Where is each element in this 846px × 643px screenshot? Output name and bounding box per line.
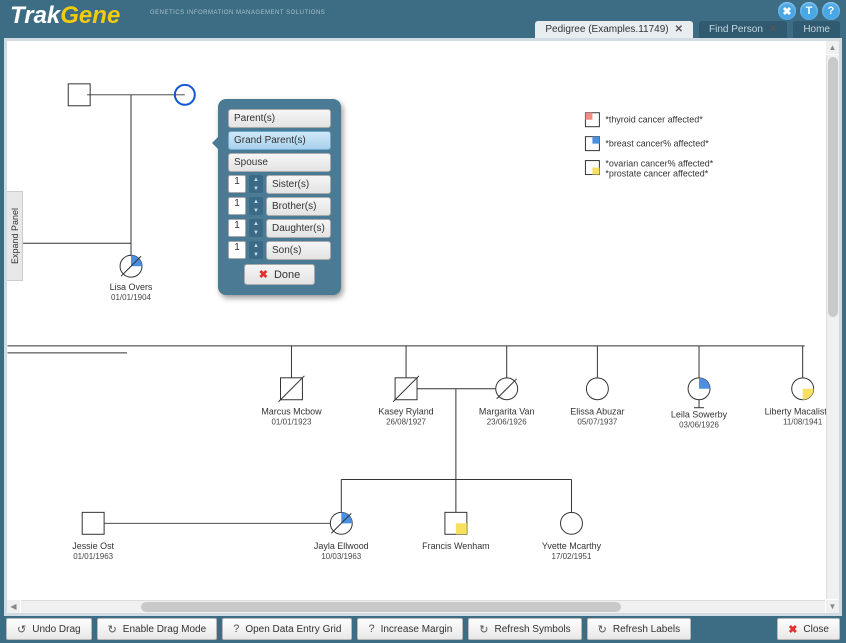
tab-pedigree[interactable]: Pedigree (Examples.11749) ✕: [535, 21, 693, 38]
person-date: 10/03/1963: [321, 552, 361, 561]
person-label: Jayla Ellwood: [314, 541, 369, 551]
person-kasey-ryland[interactable]: [393, 376, 419, 402]
tools-icon[interactable]: T: [800, 2, 818, 20]
tab-label: Pedigree (Examples.11749): [545, 24, 668, 35]
legend: *thyroid cancer affected* *breast cancer…: [585, 113, 713, 179]
app-logo: TrakGene: [10, 2, 120, 30]
popup-daughters[interactable]: Daughter(s): [266, 219, 331, 238]
logo-subtitle: GENETICS INFORMATION MANAGEMENT SOLUTION…: [150, 10, 325, 17]
svg-text:*breast cancer% affected*: *breast cancer% affected*: [605, 139, 709, 149]
person-marcus-mcbow[interactable]: [279, 376, 305, 402]
open-grid-button[interactable]: ?Open Data Entry Grid: [222, 618, 352, 640]
close-app-icon[interactable]: ✖: [778, 2, 796, 20]
person-date: 11/08/1941: [783, 418, 823, 427]
sister-spinner[interactable]: ▲▼: [249, 175, 263, 193]
person-label: Kasey Ryland: [378, 407, 433, 417]
expand-panel-toggle[interactable]: Expand Panel: [7, 191, 23, 281]
vscroll-up[interactable]: ▲: [826, 41, 839, 54]
son-count-input[interactable]: 1: [228, 241, 246, 259]
horizontal-scrollbar[interactable]: [21, 600, 825, 613]
vscroll-thumb[interactable]: [828, 57, 838, 317]
close-button[interactable]: ✖Close: [777, 618, 840, 640]
hscroll-left[interactable]: ◀: [7, 600, 20, 613]
brother-count-input[interactable]: 1: [228, 197, 246, 215]
person-date: 05/07/1937: [577, 418, 617, 427]
pedigree-canvas[interactable]: Lisa Overs 01/01/1904 Marcus Mcbow 01/01…: [7, 41, 839, 613]
popup-spouse[interactable]: Spouse: [228, 153, 331, 172]
popup-grandparents[interactable]: Grand Parent(s): [228, 131, 331, 150]
close-icon: ✖: [259, 268, 268, 281]
tab-close-icon[interactable]: ✕: [675, 24, 683, 35]
tab-find-person[interactable]: Find Person ✕: [699, 21, 787, 38]
tab-strip: Pedigree (Examples.11749) ✕ Find Person …: [535, 21, 840, 38]
daughter-spinner[interactable]: ▲▼: [249, 219, 263, 237]
person-label: Jessie Ost: [72, 541, 114, 551]
tab-label: Home: [803, 24, 830, 35]
person-date: 26/08/1927: [386, 418, 426, 427]
person-date: 01/01/1963: [73, 552, 113, 561]
person-lisa-overs[interactable]: [120, 255, 142, 277]
person-label: Elissa Abuzar: [570, 407, 624, 417]
undo-drag-button[interactable]: ↺Undo Drag: [6, 618, 92, 640]
question-icon: ?: [368, 623, 374, 635]
popup-sons[interactable]: Son(s): [266, 241, 331, 260]
refresh-symbols-button[interactable]: ↻Refresh Symbols: [468, 618, 581, 640]
person-margarita-van[interactable]: [496, 378, 518, 400]
person-label: Margarita Van: [479, 407, 535, 417]
person-date: 17/02/1951: [552, 552, 592, 561]
svg-text:*ovarian cancer% affected*: *ovarian cancer% affected*: [605, 159, 713, 169]
refresh-icon: ↻: [598, 623, 607, 636]
tab-label: Find Person: [709, 24, 763, 35]
brother-spinner[interactable]: ▲▼: [249, 197, 263, 215]
undo-icon: ↺: [17, 623, 26, 636]
person-label: Yvette Mcarthy: [542, 541, 602, 551]
refresh-icon: ↻: [479, 623, 488, 636]
son-spinner[interactable]: ▲▼: [249, 241, 263, 259]
person-date: 03/06/1926: [679, 421, 719, 430]
tab-close-icon[interactable]: ✕: [769, 24, 777, 35]
question-icon: ?: [233, 623, 239, 635]
hscroll-thumb[interactable]: [141, 602, 621, 612]
app-header: TrakGene GENETICS INFORMATION MANAGEMENT…: [0, 0, 846, 38]
person-label: Liberty Macalister: [765, 407, 835, 417]
canvas-wrap: Lisa Overs 01/01/1904 Marcus Mcbow 01/01…: [4, 38, 842, 616]
header-icon-group: ✖ T ?: [778, 2, 840, 20]
increase-margin-button[interactable]: ?Increase Margin: [357, 618, 463, 640]
person-label: Marcus Mcbow: [261, 407, 322, 417]
footer-toolbar: ↺Undo Drag ↻Enable Drag Mode ?Open Data …: [4, 618, 842, 640]
person-label: Leila Sowerby: [671, 410, 728, 420]
person-francis-wenham[interactable]: [445, 512, 467, 534]
popup-parents[interactable]: Parent(s): [228, 109, 331, 128]
help-icon[interactable]: ?: [822, 2, 840, 20]
person-label: Francis Wenham: [422, 541, 490, 551]
daughter-count-input[interactable]: 1: [228, 219, 246, 237]
person-date: 01/01/1904: [111, 293, 151, 302]
person-male-unknown-1[interactable]: [68, 84, 90, 106]
svg-text:*thyroid cancer affected*: *thyroid cancer affected*: [605, 115, 703, 125]
person-label: Lisa Overs: [110, 282, 153, 292]
close-icon: ✖: [788, 623, 797, 636]
person-leila-sowerby[interactable]: [688, 378, 710, 400]
person-jessie-ost[interactable]: [82, 512, 104, 534]
refresh-labels-button[interactable]: ↻Refresh Labels: [587, 618, 691, 640]
person-liberty-macalister[interactable]: [792, 378, 814, 400]
popup-done-button[interactable]: ✖Done: [244, 264, 316, 285]
person-jayla-ellwood[interactable]: [330, 512, 352, 534]
person-yvette-mcarthy[interactable]: [561, 512, 583, 534]
vscroll-down[interactable]: ▼: [826, 600, 839, 613]
person-elissa-abuzar[interactable]: [586, 378, 608, 400]
person-date: 01/01/1923: [272, 418, 312, 427]
popup-brothers[interactable]: Brother(s): [266, 197, 331, 216]
svg-text:*prostate cancer affected*: *prostate cancer affected*: [605, 169, 708, 179]
refresh-icon: ↻: [108, 623, 117, 636]
vertical-scrollbar[interactable]: [826, 55, 839, 599]
person-date: 23/06/1926: [487, 418, 527, 427]
tab-home[interactable]: Home: [793, 21, 840, 38]
sister-count-input[interactable]: 1: [228, 175, 246, 193]
enable-drag-button[interactable]: ↻Enable Drag Mode: [97, 618, 218, 640]
popup-sisters[interactable]: Sister(s): [266, 175, 331, 194]
add-relative-popup: Parent(s) Grand Parent(s) Spouse 1 ▲▼ Si…: [218, 99, 341, 295]
